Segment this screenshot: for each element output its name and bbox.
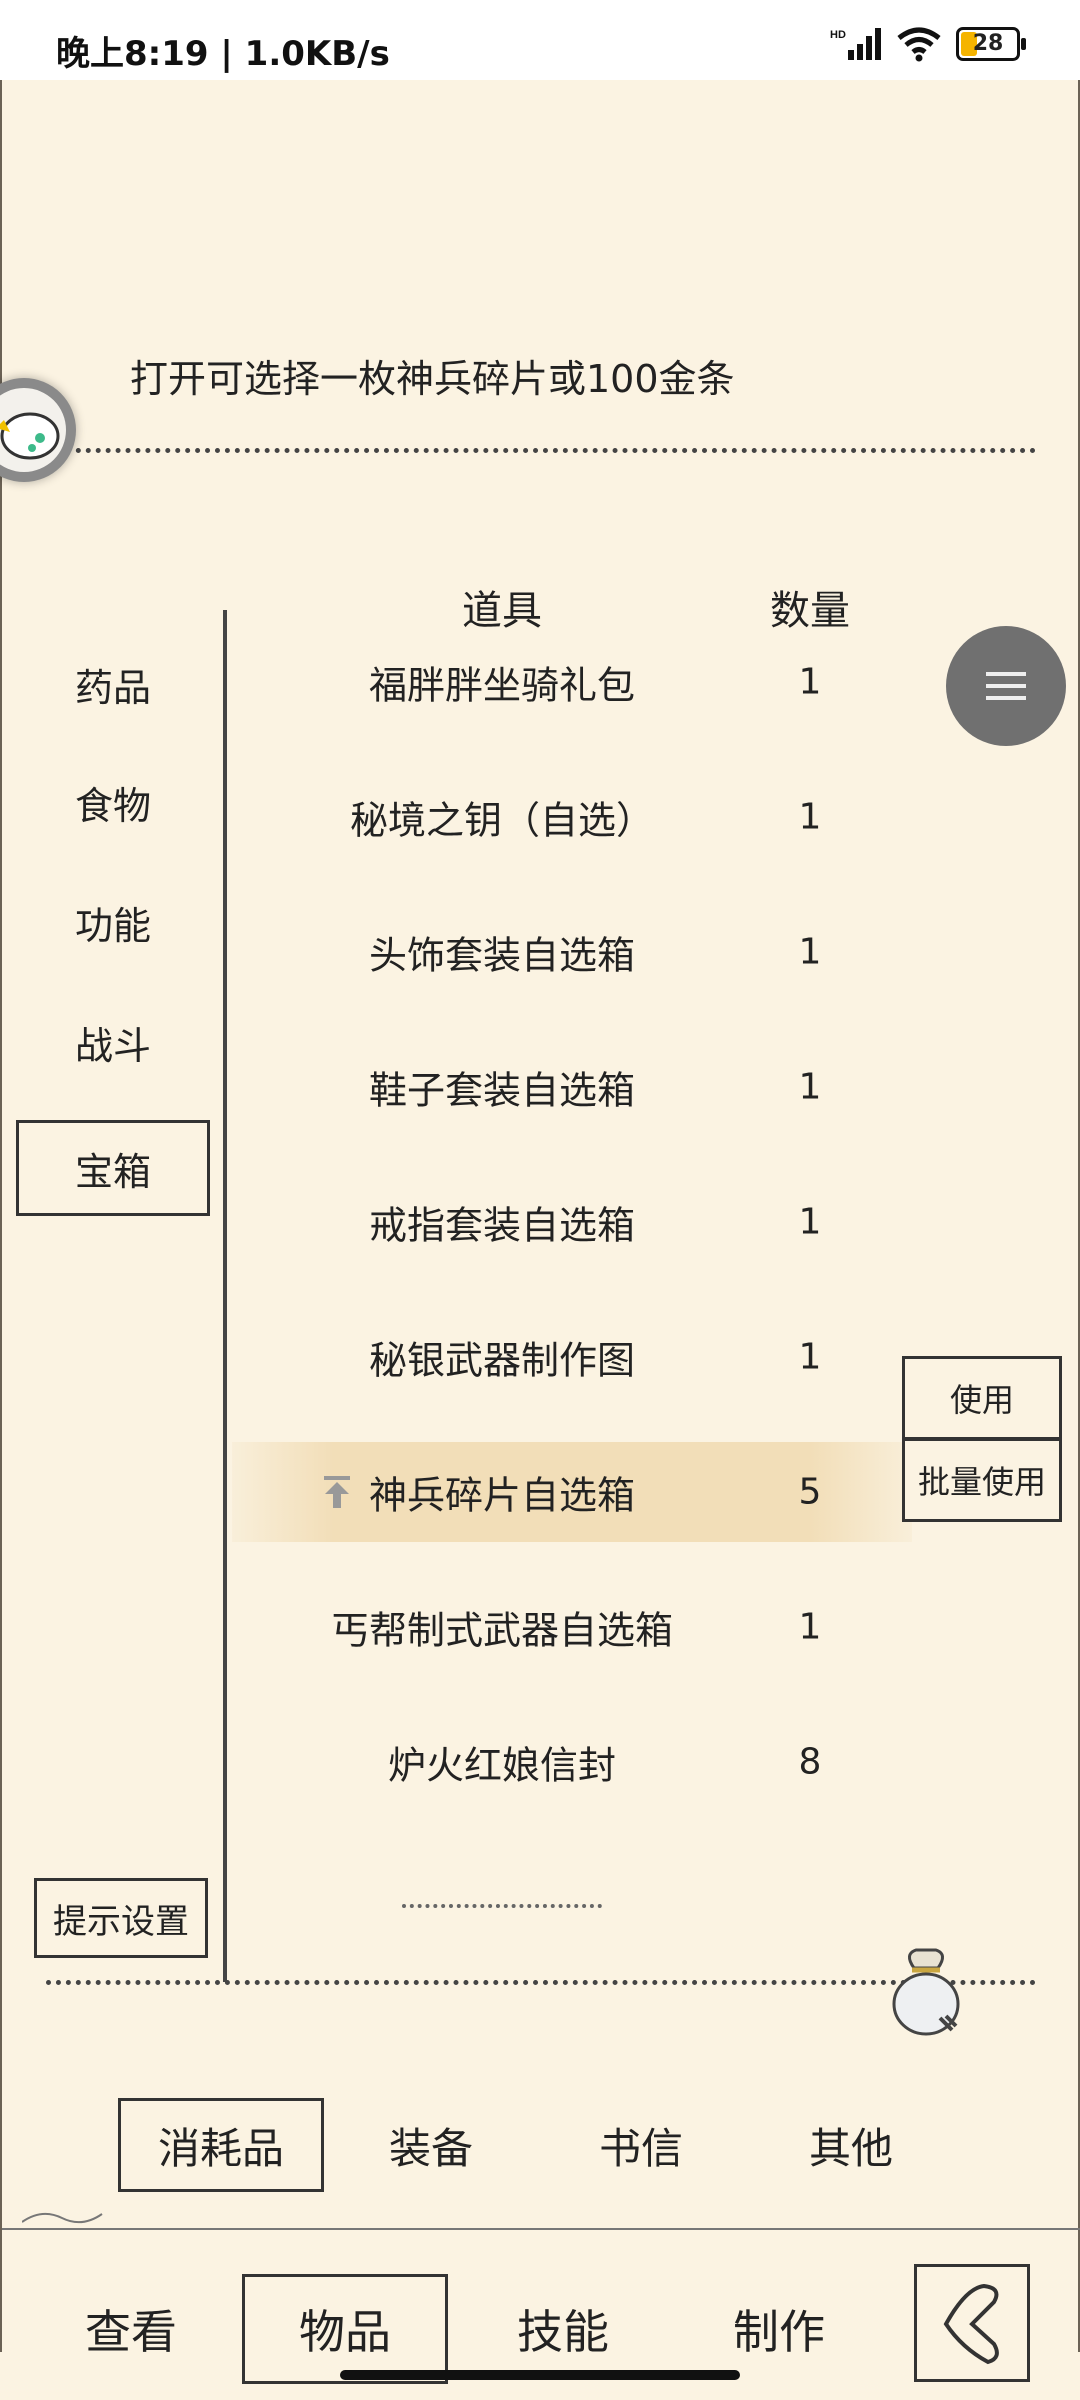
home-indicator[interactable] <box>340 2370 740 2380</box>
table-row[interactable]: 头饰套装自选箱 1 <box>232 902 912 1002</box>
category-function[interactable]: 功能 <box>16 876 210 968</box>
nav-label: 制作 <box>733 2305 825 2359</box>
nav-skills[interactable]: 技能 <box>478 2274 648 2384</box>
category-label: 药品 <box>74 665 151 710</box>
category-treasure-chest[interactable]: 宝箱 <box>16 1120 210 1216</box>
item-qty: 1 <box>798 1336 822 1378</box>
status-time: 晚上8:19 | 1.0KB/s <box>56 34 390 74</box>
hint-settings-button[interactable]: 提示设置 <box>34 1878 208 1958</box>
item-qty: 1 <box>798 796 822 838</box>
item-name: 秘境之钥（自选） <box>349 798 655 843</box>
item-qty: 1 <box>798 1201 822 1243</box>
signal-icon: HD <box>830 28 881 60</box>
item-name: 神兵碎片自选箱 <box>368 1473 636 1518</box>
nav-view[interactable]: 查看 <box>46 2274 216 2384</box>
battery-level: 28 <box>972 31 1004 56</box>
item-name: 福胖胖坐骑礼包 <box>368 663 636 708</box>
category-label: 宝箱 <box>74 1149 151 1194</box>
floating-assistant-icon[interactable] <box>0 378 76 482</box>
category-label: 战斗 <box>74 1023 151 1068</box>
category-battle[interactable]: 战斗 <box>16 996 210 1088</box>
status-bar: 晚上8:19 | 1.0KB/s HD 28 <box>0 0 1080 80</box>
category-label: 食物 <box>74 783 151 828</box>
tab-label: 消耗品 <box>157 2123 284 2173</box>
tab-label: 装备 <box>388 2123 473 2173</box>
item-name: 头饰套装自选箱 <box>368 933 636 978</box>
column-header-item: 道具 <box>462 588 542 634</box>
nav-crafting[interactable]: 制作 <box>694 2274 864 2384</box>
item-name: 戒指套装自选箱 <box>368 1203 636 1248</box>
table-row[interactable]: 炉火红娘信封 8 <box>232 1712 912 1812</box>
category-divider <box>223 610 227 1982</box>
tab-letters[interactable]: 书信 <box>556 2098 726 2192</box>
item-name: 鞋子套装自选箱 <box>368 1068 636 1113</box>
table-row[interactable]: 鞋子套装自选箱 1 <box>232 1037 912 1137</box>
loot-bag-icon[interactable] <box>884 1944 968 2040</box>
tab-label: 书信 <box>598 2123 683 2173</box>
item-qty: 5 <box>798 1471 822 1513</box>
decorative-wave-icon <box>22 2212 103 2224</box>
battery-icon: 28 <box>956 27 1026 61</box>
back-button[interactable] <box>914 2264 1030 2382</box>
item-description: 打开可选择一枚神兵碎片或100金条 <box>130 357 735 401</box>
category-food[interactable]: 食物 <box>16 756 210 848</box>
use-button[interactable]: 使用 <box>902 1356 1062 1440</box>
nav-label: 技能 <box>517 2305 609 2359</box>
item-qty: 8 <box>798 1741 822 1783</box>
table-row[interactable]: 秘境之钥（自选） 1 <box>232 767 912 867</box>
item-name: 炉火红娘信封 <box>387 1743 617 1788</box>
item-qty: 1 <box>798 1606 822 1648</box>
nav-label: 物品 <box>299 2305 391 2359</box>
tab-consumables[interactable]: 消耗品 <box>118 2098 324 2192</box>
table-row[interactable]: 福胖胖坐骑礼包 1 <box>232 632 912 732</box>
item-qty: 1 <box>798 1066 822 1108</box>
hd-label: HD <box>830 29 846 41</box>
menu-icon[interactable] <box>946 626 1066 746</box>
item-name: 秘银武器制作图 <box>368 1338 636 1383</box>
inventory-screen: 打开可选择一枚神兵碎片或100金条 药品 食物 功能 战斗 宝箱 提示设置 道具… <box>0 80 1080 2384</box>
tab-label: 其他 <box>808 2123 893 2173</box>
top-dotted-divider <box>46 448 1036 453</box>
tab-other[interactable]: 其他 <box>766 2098 936 2192</box>
wifi-icon <box>897 27 941 62</box>
tab-equipment[interactable]: 装备 <box>346 2098 516 2192</box>
category-label: 功能 <box>74 903 151 948</box>
category-medicine[interactable]: 药品 <box>16 638 210 730</box>
item-qty: 1 <box>798 661 822 703</box>
item-qty: 1 <box>798 931 822 973</box>
column-header-qty: 数量 <box>770 588 850 634</box>
pin-top-icon <box>324 1476 350 1508</box>
nav-items[interactable]: 物品 <box>242 2274 448 2384</box>
table-row[interactable]: 丐帮制式武器自选箱 1 <box>232 1577 912 1677</box>
table-row[interactable]: 戒指套装自选箱 1 <box>232 1172 912 1272</box>
table-row-selected[interactable]: 神兵碎片自选箱 5 <box>232 1442 912 1542</box>
status-icons: HD 28 <box>830 24 1026 64</box>
item-name: 丐帮制式武器自选箱 <box>330 1608 674 1653</box>
nav-label: 查看 <box>85 2305 177 2359</box>
table-row[interactable]: 秘银武器制作图 1 <box>232 1307 912 1407</box>
nav-divider <box>2 2228 1080 2230</box>
batch-use-button[interactable]: 批量使用 <box>902 1438 1062 1522</box>
list-scroll-fade <box>402 1904 602 1908</box>
back-arrow-icon <box>943 2283 999 2365</box>
